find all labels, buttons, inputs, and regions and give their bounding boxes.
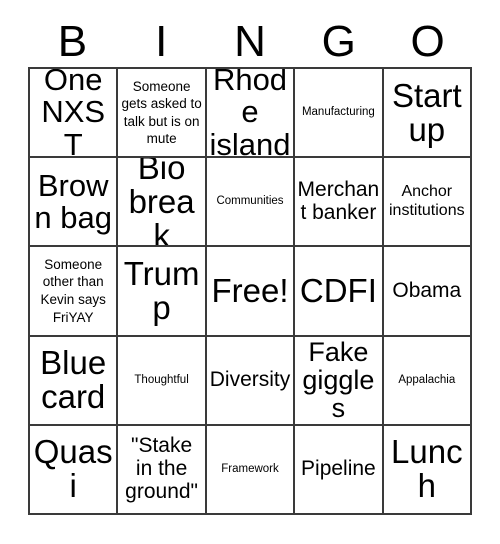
bingo-cell-label: Fake giggles	[302, 336, 375, 424]
bingo-cell[interactable]: Manufacturing	[295, 69, 384, 159]
header-letter-i: I	[155, 17, 168, 66]
bingo-header: B I N G O	[28, 17, 472, 67]
bingo-cell-label: "Stake in the ground"	[125, 434, 199, 503]
bingo-cell-label: Obama	[392, 278, 462, 302]
bingo-cell-label: Someone gets asked to talk but is on mut…	[121, 78, 202, 147]
bingo-cell-label: Thoughtful	[134, 373, 189, 386]
header-letter-b: B	[57, 17, 88, 66]
bingo-cell-label: Anchor institutions	[389, 182, 465, 219]
bingo-cell[interactable]: Fake giggles	[295, 336, 384, 426]
header-letter-n: N	[234, 17, 266, 66]
bingo-cell[interactable]: Someone other than Kevin says FriYAY	[30, 247, 119, 337]
bingo-cell[interactable]: Anchor institutions	[383, 158, 472, 248]
bingo-cell-label: Quasi	[33, 433, 113, 505]
bingo-cell-label: Diversity	[209, 367, 291, 391]
bingo-cell-label: Rhode island	[209, 69, 291, 159]
bingo-cell-label: Merchant banker	[297, 178, 380, 224]
bingo-cell-label: Bio break	[128, 158, 195, 248]
bingo-cell[interactable]: Bio break	[118, 158, 207, 248]
bingo-cell-label: Blue card	[40, 344, 107, 416]
bingo-cell[interactable]: Rhode island	[206, 69, 296, 159]
bingo-cell-label: Free!	[211, 272, 289, 309]
header-letter-g: G	[321, 17, 356, 66]
bingo-cell-label: Framework	[221, 462, 279, 475]
bingo-cell[interactable]: Framework	[206, 425, 296, 515]
bingo-cell-label: One NXST	[41, 69, 106, 159]
bingo-grid: One NXST Someone gets asked to talk but i…	[28, 67, 472, 515]
bingo-cell[interactable]: Obama	[383, 247, 472, 337]
bingo-cell[interactable]: Someone gets asked to talk but is on mut…	[118, 69, 207, 159]
bingo-cell-label: Someone other than Kevin says FriYAY	[40, 256, 106, 325]
bingo-cell[interactable]: Thoughtful	[118, 336, 207, 426]
bingo-cell-label: Appalachia	[398, 373, 456, 386]
bingo-cell[interactable]: Lunch	[383, 425, 472, 515]
bingo-cell[interactable]: Communities	[206, 158, 296, 248]
bingo-card: B I N G O One NXST Someone gets asked to …	[0, 0, 500, 544]
bingo-cell-label: Trump	[123, 255, 200, 326]
bingo-cell-label: Manufacturing	[301, 106, 375, 119]
bingo-cell[interactable]: Brown bag	[30, 158, 119, 248]
bingo-cell[interactable]: Start up	[383, 69, 472, 159]
bingo-cell[interactable]: Quasi	[30, 425, 119, 515]
bingo-cell-label: CDFI	[299, 272, 377, 309]
bingo-cell-label: Lunch	[391, 433, 463, 505]
bingo-cell-label: Pipeline	[301, 457, 376, 481]
bingo-cell[interactable]: CDFI	[295, 247, 384, 337]
bingo-cell[interactable]: One NXST	[30, 69, 119, 159]
bingo-cell-label: Brown bag	[34, 167, 112, 235]
bingo-cell[interactable]: Trump	[118, 247, 207, 337]
header-letter-o: O	[410, 17, 445, 66]
bingo-cell[interactable]: Blue card	[30, 336, 119, 426]
bingo-cell[interactable]: Free!	[206, 247, 296, 337]
bingo-cell[interactable]: Pipeline	[295, 425, 384, 515]
bingo-cell-label: Start up	[391, 76, 462, 148]
bingo-cell[interactable]: Appalachia	[383, 336, 472, 426]
bingo-cell[interactable]: "Stake in the ground"	[118, 425, 207, 515]
bingo-cell[interactable]: Diversity	[206, 336, 296, 426]
bingo-cell-label: Communities	[216, 195, 284, 208]
bingo-cell[interactable]: Merchant banker	[295, 158, 384, 248]
